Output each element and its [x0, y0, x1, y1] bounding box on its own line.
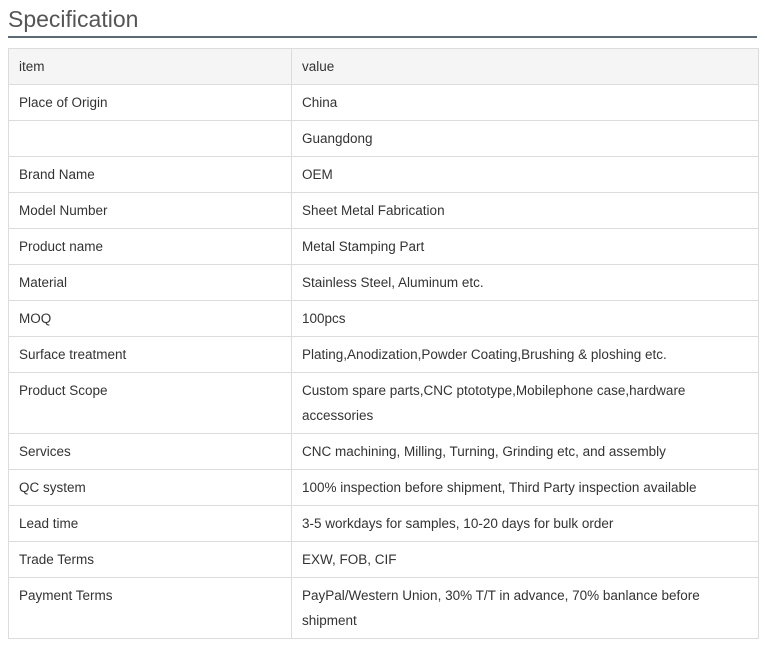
value-cell: OEM [291, 156, 759, 193]
page: Specification item value Place of Origin… [0, 0, 765, 648]
table-row: Guangdong [8, 120, 759, 157]
value-cell: PayPal/Western Union, 30% T/T in advance… [291, 577, 759, 639]
value-cell: 3-5 workdays for samples, 10-20 days for… [291, 505, 759, 542]
value-cell: EXW, FOB, CIF [291, 541, 759, 578]
value-cell: Plating,Anodization,Powder Coating,Brush… [291, 336, 759, 373]
item-cell: Trade Terms [8, 541, 292, 578]
table-row: Model Number Sheet Metal Fabrication [8, 192, 759, 229]
table-header-row: item value [8, 48, 759, 85]
item-cell: Services [8, 433, 292, 470]
table-row: Payment Terms PayPal/Western Union, 30% … [8, 577, 759, 639]
specification-table-body: item value Place of Origin China Guangdo… [8, 48, 759, 639]
table-row: Surface treatment Plating,Anodization,Po… [8, 336, 759, 373]
item-cell: Payment Terms [8, 577, 292, 639]
item-cell: Lead time [8, 505, 292, 542]
header-item-cell: item [8, 48, 292, 85]
section-heading: Specification [8, 6, 139, 32]
value-cell: Guangdong [291, 120, 759, 157]
table-row: Product Scope Custom spare parts,CNC pto… [8, 372, 759, 434]
table-row: Product name Metal Stamping Part [8, 228, 759, 265]
table-row: Services CNC machining, Milling, Turning… [8, 433, 759, 470]
table-row: Trade Terms EXW, FOB, CIF [8, 541, 759, 578]
value-cell: Stainless Steel, Aluminum etc. [291, 264, 759, 301]
item-cell: MOQ [8, 300, 292, 337]
value-cell: CNC machining, Milling, Turning, Grindin… [291, 433, 759, 470]
specification-table: item value Place of Origin China Guangdo… [8, 48, 759, 639]
table-row: MOQ 100pcs [8, 300, 759, 337]
value-cell: China [291, 84, 759, 121]
item-cell [8, 120, 292, 157]
value-cell: Custom spare parts,CNC ptototype,Mobilep… [291, 372, 759, 434]
value-cell: Sheet Metal Fabrication [291, 192, 759, 229]
item-cell: Surface treatment [8, 336, 292, 373]
table-row: Place of Origin China [8, 84, 759, 121]
item-cell: Product Scope [8, 372, 292, 434]
header-value-cell: value [291, 48, 759, 85]
item-cell: QC system [8, 469, 292, 506]
table-row: Material Stainless Steel, Aluminum etc. [8, 264, 759, 301]
value-cell: 100% inspection before shipment, Third P… [291, 469, 759, 506]
value-cell: 100pcs [291, 300, 759, 337]
table-row: QC system 100% inspection before shipmen… [8, 469, 759, 506]
heading-underline [8, 36, 757, 38]
item-cell: Brand Name [8, 156, 292, 193]
item-cell: Model Number [8, 192, 292, 229]
value-cell: Metal Stamping Part [291, 228, 759, 265]
table-row: Lead time 3-5 workdays for samples, 10-2… [8, 505, 759, 542]
item-cell: Place of Origin [8, 84, 292, 121]
item-cell: Material [8, 264, 292, 301]
table-row: Brand Name OEM [8, 156, 759, 193]
item-cell: Product name [8, 228, 292, 265]
